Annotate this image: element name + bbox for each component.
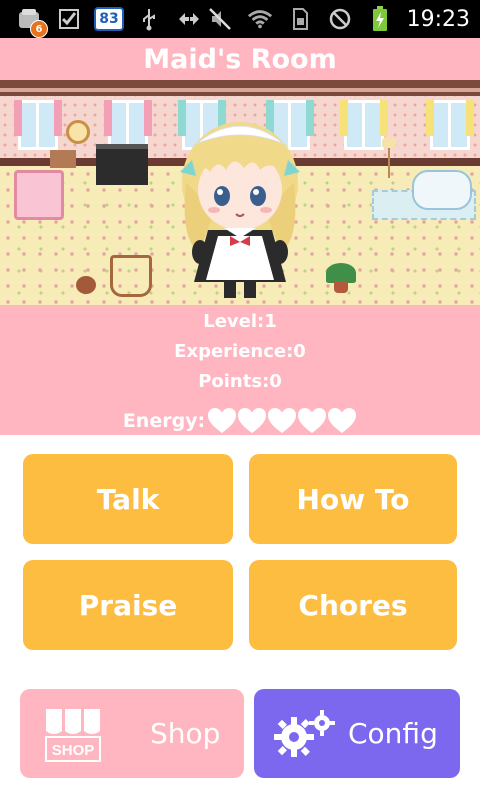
points-text: Points:0	[198, 371, 282, 392]
window-yellow	[426, 100, 474, 150]
gear-icon	[274, 709, 335, 757]
sync-icon	[176, 6, 202, 32]
window-pink	[104, 100, 152, 150]
app-notification-icon: 6	[16, 6, 48, 38]
wall-picture-frame	[66, 120, 90, 144]
wifi-icon	[247, 6, 273, 32]
experience-text: Experience:0	[174, 341, 306, 362]
bed	[14, 170, 64, 220]
battery-level-badge: 83	[94, 7, 124, 31]
room-scene	[0, 80, 480, 305]
maid-character[interactable]	[174, 112, 306, 302]
status-bar: 6 83 19:23	[0, 0, 480, 38]
praise-button[interactable]: Praise	[23, 560, 233, 650]
wall-moulding-trim	[0, 88, 480, 92]
shop-label: Shop	[150, 717, 221, 750]
heart-icon	[298, 408, 327, 433]
stats-panel: Level:1 Experience:0 Points:0 Energy:	[0, 305, 480, 435]
potted-plant	[326, 263, 356, 293]
energy-meter: Energy:	[0, 407, 480, 435]
window-yellow	[340, 100, 388, 150]
window-pink	[14, 100, 62, 150]
shop-icon: SHOP	[45, 708, 101, 762]
page-title: Maid's Room	[0, 38, 480, 80]
energy-label: Energy:	[122, 410, 206, 432]
rocking-chair	[110, 255, 152, 297]
mute-icon	[207, 6, 233, 32]
floor-lamp	[382, 138, 396, 178]
sim-card-icon	[287, 6, 313, 32]
how-to-button[interactable]: How To	[249, 454, 457, 544]
heart-icon	[268, 408, 297, 433]
usb-icon	[136, 6, 162, 32]
no-signal-icon	[327, 6, 353, 32]
level-text: Level:1	[203, 311, 277, 332]
talk-button[interactable]: Talk	[23, 454, 233, 544]
shop-button[interactable]: SHOP Shop	[20, 689, 244, 778]
battery-level-icon: 83	[94, 6, 124, 32]
config-label: Config	[348, 717, 438, 750]
clock: 19:23	[406, 6, 470, 32]
notification-count-badge: 6	[30, 20, 48, 38]
bathtub	[412, 170, 472, 210]
side-table	[50, 150, 76, 168]
heart-icon	[238, 408, 267, 433]
chores-button[interactable]: Chores	[249, 560, 457, 650]
teddy-bear	[76, 276, 96, 294]
config-button[interactable]: Config	[254, 689, 460, 778]
battery-charging-icon	[367, 6, 393, 32]
shop-icon-text: SHOP	[52, 742, 95, 759]
piano	[96, 144, 148, 185]
energy-hearts	[207, 407, 357, 435]
heart-icon	[328, 408, 357, 433]
heart-icon	[208, 408, 237, 433]
checkbox-icon	[56, 6, 82, 32]
